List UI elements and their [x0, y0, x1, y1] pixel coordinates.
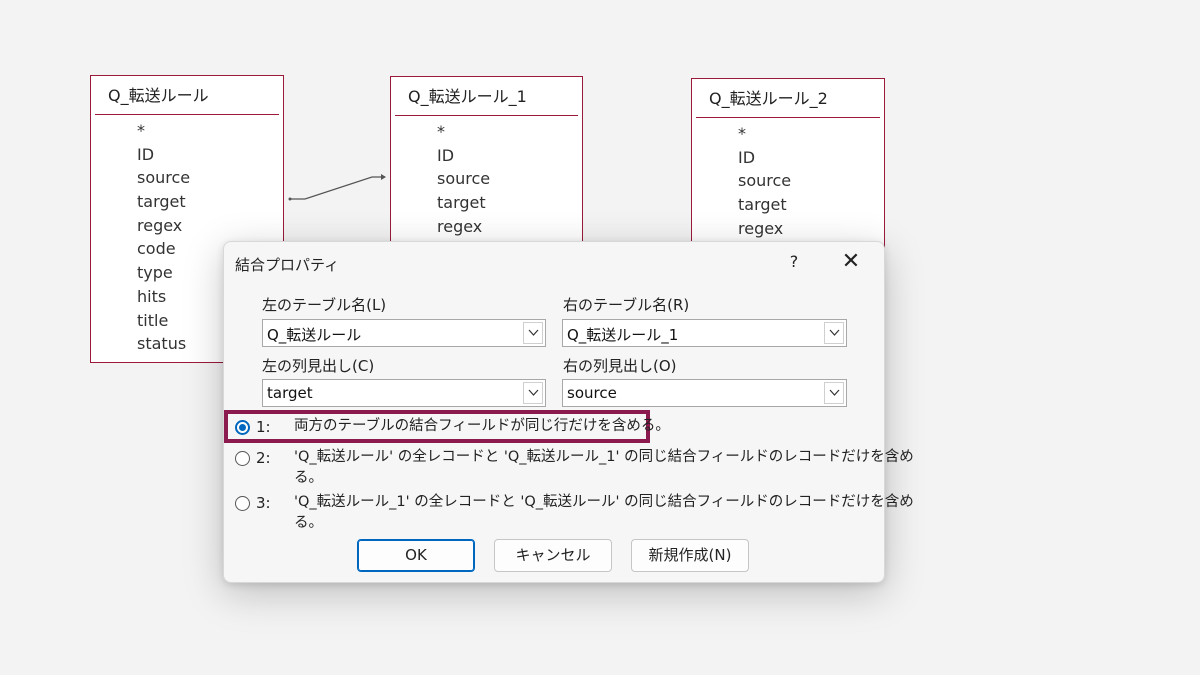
- option-number: 1:: [256, 418, 271, 436]
- option-number: 3:: [256, 494, 271, 512]
- field-list: * ID source target regex: [391, 116, 582, 238]
- field-list: * ID source target regex: [692, 118, 884, 240]
- option-text: 'Q_転送ルール' の全レコードと 'Q_転送ルール_1' の同じ結合フィールド…: [294, 449, 914, 465]
- left-column-label: 左の列見出し(C): [262, 357, 375, 375]
- table-title[interactable]: Q_転送ルール_1: [391, 77, 582, 115]
- close-icon: ✕: [841, 249, 861, 274]
- table-title[interactable]: Q_転送ルール_2: [692, 79, 884, 117]
- close-button[interactable]: ✕: [837, 250, 865, 274]
- right-table-label: 右のテーブル名(R): [563, 296, 690, 314]
- option-text-wrap: る。: [294, 470, 323, 486]
- field-item[interactable]: ID: [91, 143, 283, 167]
- radio-option-3[interactable]: [235, 496, 250, 511]
- help-button[interactable]: ?: [784, 252, 804, 271]
- ok-button[interactable]: OK: [357, 539, 475, 572]
- chevron-down-icon: [829, 329, 840, 336]
- field-item[interactable]: *: [391, 120, 582, 144]
- option-text: 両方のテーブルの結合フィールドが同じ行だけを含める。: [294, 418, 670, 434]
- field-item[interactable]: *: [692, 122, 884, 146]
- chevron-down-icon: [528, 329, 539, 336]
- chevron-down-icon: [829, 389, 840, 396]
- field-item[interactable]: regex: [391, 215, 582, 239]
- join-option-3[interactable]: 3: 'Q_転送ルール_1' の全レコードと 'Q_転送ルール' の同じ結合フィ…: [232, 494, 914, 542]
- field-item[interactable]: source: [692, 169, 884, 193]
- left-table-value: Q_転送ルール: [267, 326, 362, 344]
- field-item[interactable]: *: [91, 119, 283, 143]
- dropdown-button[interactable]: [824, 322, 844, 344]
- right-column-value: source: [567, 384, 617, 402]
- right-table-select[interactable]: Q_転送ルール_1: [562, 319, 847, 347]
- right-table-value: Q_転送ルール_1: [567, 326, 679, 344]
- table-box-q-transfer-rule-2[interactable]: Q_転送ルール_2 * ID source target regex: [691, 78, 885, 248]
- field-item[interactable]: regex: [692, 217, 884, 241]
- table-box-q-transfer-rule-1[interactable]: Q_転送ルール_1 * ID source target regex: [390, 76, 583, 251]
- dropdown-button[interactable]: [523, 322, 543, 344]
- join-option-2[interactable]: 2: 'Q_転送ルール' の全レコードと 'Q_転送ルール_1' の同じ結合フィ…: [232, 449, 914, 497]
- left-column-value: target: [267, 384, 313, 402]
- right-column-label: 右の列見出し(O): [563, 357, 677, 375]
- field-item[interactable]: target: [391, 191, 582, 215]
- field-item[interactable]: regex: [91, 214, 283, 238]
- radio-option-2[interactable]: [235, 451, 250, 466]
- join-properties-dialog: 結合プロパティ ? ✕ 左のテーブル名(L) Q_転送ルール 右のテーブル名(R…: [223, 241, 914, 583]
- left-column-select[interactable]: target: [262, 379, 546, 407]
- left-table-select[interactable]: Q_転送ルール: [262, 319, 546, 347]
- left-table-label: 左のテーブル名(L): [262, 296, 387, 314]
- field-item[interactable]: source: [391, 167, 582, 191]
- option-number: 2:: [256, 449, 271, 467]
- dropdown-button[interactable]: [824, 382, 844, 404]
- field-item[interactable]: ID: [391, 144, 582, 168]
- option-text-wrap: る。: [294, 515, 323, 531]
- field-item[interactable]: ID: [692, 146, 884, 170]
- dropdown-button[interactable]: [523, 382, 543, 404]
- join-option-1[interactable]: 1: 両方のテーブルの結合フィールドが同じ行だけを含める。: [224, 410, 872, 446]
- new-button[interactable]: 新規作成(N): [631, 539, 749, 572]
- field-item[interactable]: target: [91, 190, 283, 214]
- radio-option-1[interactable]: [235, 420, 250, 435]
- field-item[interactable]: target: [692, 193, 884, 217]
- right-column-select[interactable]: source: [562, 379, 847, 407]
- field-item[interactable]: source: [91, 166, 283, 190]
- dialog-title: 結合プロパティ: [235, 256, 340, 274]
- cancel-button[interactable]: キャンセル: [494, 539, 612, 572]
- chevron-down-icon: [528, 389, 539, 396]
- option-text: 'Q_転送ルール_1' の全レコードと 'Q_転送ルール' の同じ結合フィールド…: [294, 494, 914, 510]
- table-title[interactable]: Q_転送ルール: [91, 76, 283, 114]
